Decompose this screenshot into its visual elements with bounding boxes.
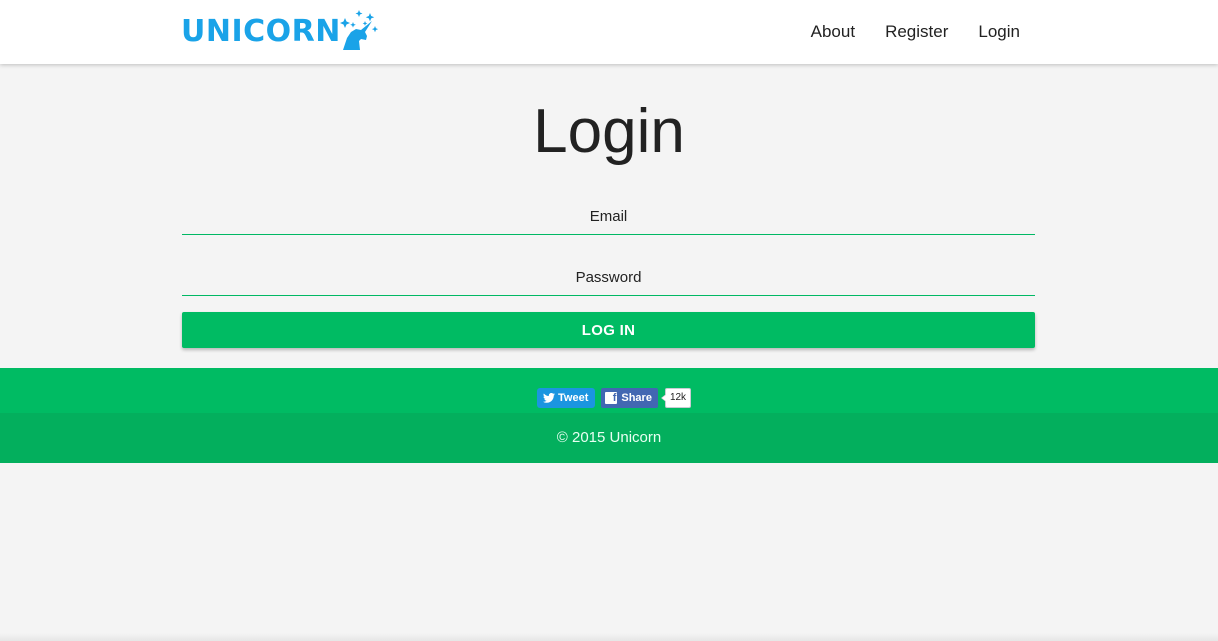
twitter-bird-icon [543, 393, 555, 403]
brand-name: UNICORN [181, 14, 341, 49]
page-bottom-edge [0, 633, 1218, 641]
copyright-text: © 2015 Unicorn [556, 429, 662, 446]
nav-login-link[interactable]: Login [978, 20, 1020, 44]
password-field[interactable] [182, 260, 1035, 296]
share-bar: Tweet f Share 12k [0, 368, 1218, 413]
share-label: Share [621, 392, 652, 404]
main-nav: About Register Login [781, 20, 1020, 44]
navbar: UNICORN About Register Login [0, 0, 1218, 64]
facebook-icon: f [605, 392, 618, 404]
login-button[interactable]: LOG IN [182, 312, 1035, 348]
page-title: Login [533, 97, 685, 166]
brand-logo-link[interactable]: UNICORN [181, 8, 379, 52]
share-widgets: Tweet f Share 12k [537, 388, 692, 408]
nav-about-link[interactable]: About [811, 20, 855, 44]
tweet-label: Tweet [558, 392, 589, 404]
email-field[interactable] [182, 199, 1035, 235]
unicorn-logo-icon [339, 10, 378, 50]
nav-register-link[interactable]: Register [885, 20, 948, 44]
copyright-bar: © 2015 Unicorn [0, 413, 1218, 463]
share-count-badge: 12k [660, 388, 692, 408]
tweet-button[interactable]: Tweet [537, 388, 596, 408]
facebook-share-button[interactable]: f Share [601, 388, 658, 408]
